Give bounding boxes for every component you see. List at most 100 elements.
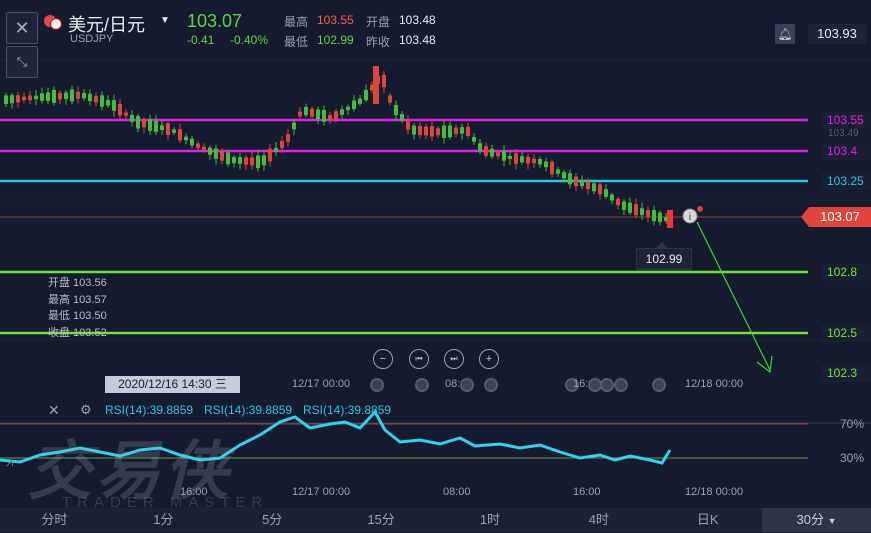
tab-30min[interactable]: 30分 ▼	[762, 508, 871, 532]
candle-body	[58, 92, 62, 100]
event-dot[interactable]	[415, 378, 429, 392]
candle-body	[70, 89, 74, 102]
candle-body	[400, 114, 404, 121]
candle-body	[514, 153, 518, 164]
high-label: 最高	[284, 15, 309, 29]
event-dot[interactable]	[460, 378, 474, 392]
candle-body	[250, 157, 254, 166]
candle-body	[232, 157, 236, 164]
candle-body	[274, 147, 278, 152]
rsi-close-icon[interactable]: ✕	[48, 402, 60, 419]
candle-body	[424, 126, 428, 136]
candle-body	[640, 208, 644, 216]
scroll-end-button[interactable]: ⏭	[444, 349, 464, 369]
candle-body	[88, 93, 92, 101]
candle-body	[667, 210, 673, 228]
candlestick-chart[interactable]: i	[0, 0, 871, 400]
us-flag-icon	[44, 14, 64, 30]
candle-body	[616, 198, 620, 206]
low-label: 最低	[284, 35, 309, 49]
ohlc-high: 最高 103.57	[48, 293, 107, 306]
bell-icon: 🔔︎	[777, 27, 793, 41]
close-button[interactable]: ✕	[6, 12, 38, 44]
candle-body	[658, 212, 662, 222]
candle-body	[508, 155, 512, 159]
event-dot[interactable]	[600, 378, 614, 392]
candle-body	[382, 74, 386, 88]
rsi-label-3: RSI(14):39.8859	[303, 403, 392, 417]
scroll-start-button[interactable]: ⏮	[409, 349, 429, 369]
candle-body	[520, 156, 524, 163]
candle-body	[454, 127, 458, 135]
candle-body	[100, 95, 104, 107]
right-price-readout: 103.93	[808, 24, 866, 44]
candle-body	[358, 98, 362, 104]
tab-4hour[interactable]: 4时	[544, 508, 653, 532]
rsi-settings-icon[interactable]: ⚙	[80, 402, 92, 418]
candle-body	[64, 92, 68, 100]
candle-body	[34, 95, 38, 100]
level-label-103-55: 103.55	[821, 112, 871, 129]
timeframe-tabs: 分时 1分 5分 15分 1时 4时 日K 30分 ▼	[0, 508, 871, 532]
low-marker-pointer	[656, 242, 668, 248]
tab-15min[interactable]: 15分	[327, 508, 436, 532]
rsi-label-2: RSI(14):39.8859	[204, 403, 293, 417]
candle-body	[394, 104, 398, 116]
level-label-102-5: 102.5	[821, 325, 871, 342]
prev-close-label: 昨收	[366, 35, 391, 49]
event-dot[interactable]	[370, 378, 384, 392]
candle-body	[526, 156, 530, 164]
collapse-arrows-icon: ⤡	[16, 54, 28, 69]
candle-body	[502, 151, 506, 161]
candle-body	[580, 180, 584, 187]
candle-body	[112, 100, 116, 111]
candle-body	[184, 136, 188, 141]
candle-body	[364, 89, 368, 101]
candle-body	[598, 184, 602, 195]
zoom-in-button[interactable]: +	[479, 349, 499, 369]
candle-body	[322, 109, 326, 122]
sub-time-label-4: 12/18 00:00	[685, 486, 744, 498]
candle-body	[496, 152, 500, 157]
candle-body	[142, 119, 146, 128]
low-value: 102.99	[317, 33, 354, 47]
time-label-1: 12/17 00:00	[292, 378, 351, 390]
candle-body	[310, 108, 314, 117]
candle-body	[466, 126, 470, 136]
tab-1min[interactable]: 1分	[109, 508, 218, 532]
sub-time-label-2: 08:00	[443, 486, 471, 498]
candle-body	[196, 143, 200, 148]
ohlc-low: 最低 103.50	[48, 310, 107, 322]
indicator-icon[interactable]: ⩘	[6, 454, 13, 470]
candle-body	[190, 138, 194, 146]
candle-body	[634, 204, 638, 216]
candle-body	[550, 161, 554, 175]
candle-body	[10, 95, 14, 104]
candle-body	[286, 134, 290, 142]
open-value: 103.48	[399, 13, 436, 27]
event-dot[interactable]	[614, 378, 628, 392]
rsi-level-70: 70%	[840, 417, 865, 431]
pair-dropdown-icon[interactable]: ▼	[160, 15, 170, 26]
tab-5min[interactable]: 5分	[218, 508, 327, 532]
event-dot[interactable]	[484, 378, 498, 392]
zoom-out-button[interactable]: −	[373, 349, 393, 369]
candle-body	[136, 115, 140, 129]
candle-body	[532, 158, 536, 164]
tab-daily[interactable]: 日K	[653, 508, 762, 532]
collapse-button[interactable]: ⤡	[6, 46, 38, 78]
tab-1hour[interactable]: 1时	[436, 508, 545, 532]
high-value: 103.55	[317, 13, 354, 27]
bell-button[interactable]: 🔔︎	[775, 24, 795, 44]
candle-body	[154, 120, 158, 132]
candle-body	[262, 155, 266, 166]
candle-body	[334, 111, 338, 120]
candle-body	[484, 146, 488, 156]
candle-body	[544, 161, 548, 168]
candle-body	[22, 96, 26, 101]
candle-body	[94, 96, 98, 103]
candle-body	[130, 114, 134, 122]
tab-timeshare[interactable]: 分时	[0, 508, 109, 532]
event-dot[interactable]	[652, 378, 666, 392]
rsi-level-30: 30%	[840, 451, 865, 465]
